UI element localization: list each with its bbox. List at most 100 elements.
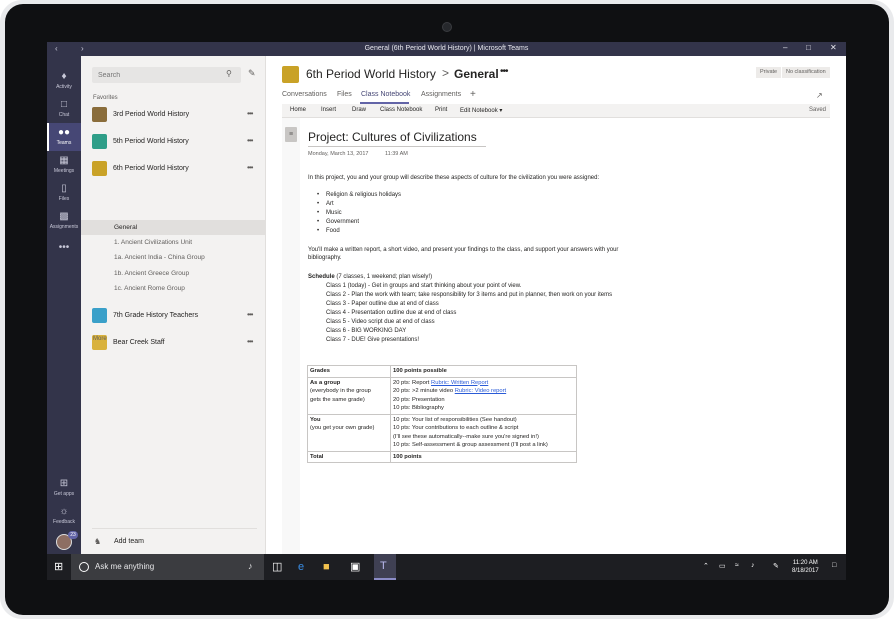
table-row: Total 100 points bbox=[307, 450, 577, 463]
ribbon-edit-notebook[interactable]: Edit Notebook ▾ bbox=[460, 107, 502, 114]
ribbon-print[interactable]: Print bbox=[435, 107, 447, 113]
tag-private: Private bbox=[756, 67, 782, 78]
wifi-icon[interactable]: ≈ bbox=[735, 562, 739, 569]
clock-date: 8/18/2017 bbox=[792, 568, 819, 574]
channel-general[interactable]: General bbox=[81, 220, 266, 235]
channel-rome[interactable]: 1c. Ancient Rome Group bbox=[81, 281, 266, 296]
grades-table: Grades 100 points possible As a group (e… bbox=[307, 365, 577, 463]
schedule-item: Class 1 (today) - Get in groups and star… bbox=[326, 283, 522, 289]
tab-files[interactable]: Files bbox=[337, 91, 352, 98]
close-icon[interactable]: ✕ bbox=[830, 43, 837, 52]
channel-greece[interactable]: 1b. Ancient Greece Group bbox=[81, 266, 266, 281]
team-name: 6th Period World History bbox=[113, 165, 189, 172]
cortana-search-box[interactable]: Ask me anything ♪ bbox=[71, 554, 264, 580]
table-cell: Grades bbox=[307, 365, 391, 378]
team-5th-period[interactable]: 5th Period World History ••• bbox=[81, 131, 266, 153]
microphone-icon[interactable]: ♪ bbox=[248, 561, 253, 571]
grade-line: 10 pts: Self-assessment & group assessme… bbox=[393, 442, 548, 448]
rail-more[interactable]: ••• bbox=[47, 238, 81, 266]
schedule-note: (7 classes, 1 weekend; plan wisely!) bbox=[336, 274, 433, 280]
channel-options-icon[interactable]: ••• bbox=[500, 66, 508, 77]
minimize-icon[interactable]: – bbox=[783, 43, 787, 52]
total-label: Total bbox=[310, 453, 324, 460]
file-explorer-icon[interactable]: ■ bbox=[323, 560, 330, 574]
battery-icon[interactable]: ▭ bbox=[719, 562, 726, 570]
taskbar-clock[interactable]: 11:20 AM 8/18/2017 bbox=[792, 559, 819, 575]
teams-taskbar-button[interactable]: T bbox=[374, 554, 396, 580]
rail-feedback[interactable]: ☼ Feedback bbox=[47, 502, 81, 530]
rail-activity[interactable]: ♦ Activity bbox=[47, 67, 81, 95]
screen: ‹ › General (6th Period World History) |… bbox=[47, 42, 846, 580]
search-icon[interactable]: ⚲ bbox=[226, 69, 232, 78]
schedule-heading: Schedule (7 classes, 1 weekend; plan wis… bbox=[308, 274, 432, 281]
more-options-icon[interactable]: ••• bbox=[247, 310, 253, 319]
rubric-video-report-link[interactable]: Rubric: Video report bbox=[455, 388, 506, 394]
channel-india-china[interactable]: 1a. Ancient India - China Group bbox=[81, 250, 266, 265]
team-7th-grade-teachers[interactable]: 7th Grade History Teachers ••• bbox=[81, 305, 266, 327]
more-options-icon[interactable]: ••• bbox=[247, 337, 253, 346]
team-name: 7th Grade History Teachers bbox=[113, 312, 199, 319]
add-tab-icon[interactable]: + bbox=[470, 89, 476, 100]
compose-icon[interactable]: ✎ bbox=[248, 68, 256, 79]
divider bbox=[92, 528, 257, 529]
breadcrumb-separator-icon: > bbox=[442, 66, 450, 80]
points-header: 100 points possible bbox=[393, 368, 447, 374]
rail-teams[interactable]: ●● Teams bbox=[47, 123, 81, 151]
pen-icon[interactable]: ✎ bbox=[773, 562, 779, 570]
calendar-icon: ▦ bbox=[59, 155, 69, 166]
teams-icon: ●● bbox=[57, 127, 71, 138]
team-3rd-period[interactable]: 3rd Period World History ••• bbox=[81, 104, 266, 126]
team-name: 3rd Period World History bbox=[113, 111, 190, 118]
more-options-icon[interactable]: ••• bbox=[247, 109, 253, 118]
rail-get-apps[interactable]: ⊞ Get apps bbox=[47, 474, 81, 502]
you-label: You bbox=[310, 416, 321, 423]
tag-classification: No classification bbox=[782, 67, 830, 78]
table-cell: 100 points bbox=[390, 450, 577, 463]
tab-assignments[interactable]: Assignments bbox=[421, 91, 461, 98]
team-logo-icon bbox=[92, 308, 107, 323]
grade-line: 10 pts: Your list of responsibilities (S… bbox=[393, 416, 517, 423]
rail-meetings[interactable]: ▦ Meetings bbox=[47, 151, 81, 179]
ribbon-home[interactable]: Home bbox=[290, 107, 306, 113]
notifications-icon[interactable]: □ bbox=[832, 562, 836, 569]
team-6th-period[interactable]: 6th Period World History ••• bbox=[81, 158, 266, 180]
channel-name: General bbox=[114, 224, 138, 231]
header-team-name[interactable]: 6th Period World History bbox=[306, 67, 436, 81]
add-team-button[interactable]: Add team bbox=[114, 538, 144, 545]
channel-ancient-civilizations[interactable]: 1. Ancient Civilizations Unit bbox=[81, 235, 266, 250]
ribbon-draw[interactable]: Draw bbox=[352, 107, 366, 113]
more-link[interactable]: More bbox=[93, 336, 107, 342]
page-title[interactable]: Project: Cultures of Civilizations bbox=[308, 130, 477, 144]
rail-chat[interactable]: □ Chat bbox=[47, 95, 81, 123]
rail-assignments[interactable]: ▩ Assignments bbox=[47, 207, 81, 235]
expand-icon[interactable]: ↗ bbox=[816, 91, 823, 100]
clock-time: 11:20 AM bbox=[792, 560, 818, 566]
ribbon-insert[interactable]: Insert bbox=[321, 107, 336, 113]
camera bbox=[442, 22, 452, 32]
rail-label: Get apps bbox=[53, 491, 75, 497]
teams-app-icon: T bbox=[380, 560, 387, 572]
add-team-icon[interactable]: ♞ bbox=[94, 537, 101, 546]
notebook-page[interactable]: ≡ Project: Cultures of Civilizations Mon… bbox=[282, 118, 830, 554]
more-options-icon[interactable]: ••• bbox=[247, 136, 253, 145]
rubric-written-report-link[interactable]: Rubric: Written Report bbox=[431, 380, 488, 386]
volume-icon[interactable]: ♪ bbox=[751, 562, 755, 569]
store-icon[interactable]: ▣ bbox=[350, 560, 360, 574]
more-options-icon[interactable]: ••• bbox=[247, 163, 253, 172]
bullet-item: Government bbox=[317, 219, 359, 226]
page-icon[interactable]: ≡ bbox=[285, 127, 297, 142]
tab-conversations[interactable]: Conversations bbox=[282, 91, 327, 98]
search-input[interactable] bbox=[92, 67, 241, 83]
maximize-icon[interactable]: □ bbox=[806, 43, 811, 52]
team-bear-creek-staff[interactable]: Bear Creek Staff ••• bbox=[81, 332, 266, 354]
ribbon-class-notebook[interactable]: Class Notebook bbox=[380, 107, 422, 113]
bullet-item: Music bbox=[317, 210, 341, 217]
bullet-item: Religion & religious holidays bbox=[317, 192, 401, 199]
tray-chevron-icon[interactable]: ⌃ bbox=[703, 562, 709, 570]
edge-browser-icon[interactable]: e bbox=[298, 560, 304, 574]
windows-start-icon[interactable]: ⊞ bbox=[54, 560, 63, 574]
task-view-icon[interactable]: ◫ bbox=[272, 560, 282, 574]
rail-files[interactable]: ▯ Files bbox=[47, 179, 81, 207]
tab-class-notebook[interactable]: Class Notebook bbox=[361, 91, 410, 98]
table-cell: 10 pts: Your list of responsibilities (S… bbox=[390, 413, 577, 452]
